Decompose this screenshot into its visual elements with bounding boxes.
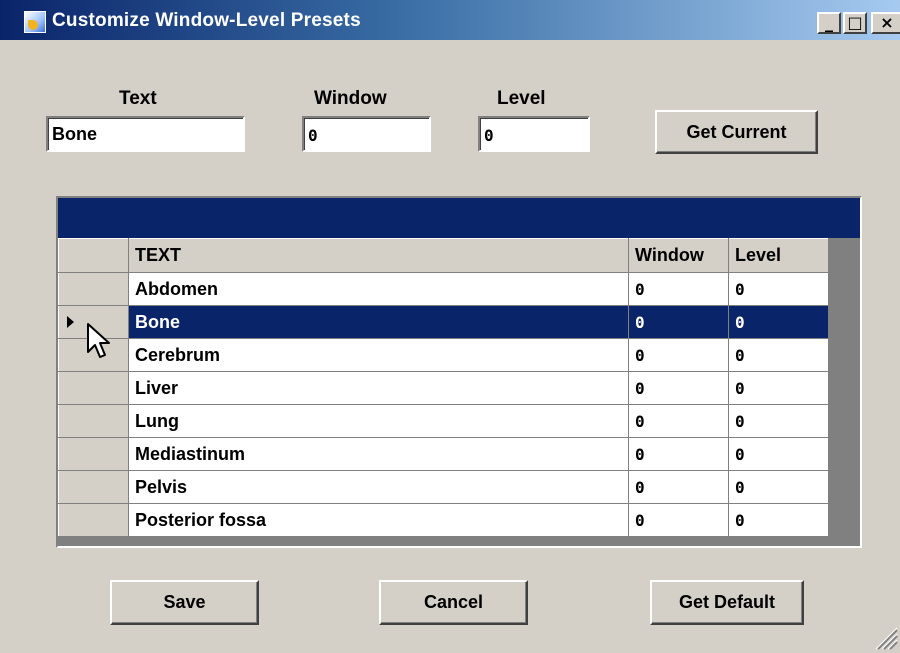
cell-window[interactable]: 0 [628,338,729,372]
save-button[interactable]: Save [110,580,259,625]
cell-text[interactable]: Abdomen [128,272,629,306]
cell-level[interactable]: 0 [728,503,829,537]
maximize-icon[interactable]: □ [843,12,867,34]
presets-table: TEXT Window Level Abdomen 0 0 Bone 0 0 C… [58,238,829,537]
row-pointer-icon [67,315,74,328]
table-row[interactable]: Posterior fossa 0 0 [58,503,829,537]
get-default-button[interactable]: Get Default [650,580,804,625]
table-row[interactable]: Cerebrum 0 0 [58,338,829,372]
table-row-selected[interactable]: Bone 0 0 [58,305,829,339]
level-input[interactable] [478,116,590,152]
text-label: Text [119,88,157,109]
cell-window[interactable]: 0 [628,371,729,405]
level-label: Level [497,88,546,109]
cell-window[interactable]: 0 [628,503,729,537]
get-current-button[interactable]: Get Current [655,110,818,154]
column-header-text[interactable]: TEXT [128,238,629,273]
app-icon[interactable] [24,11,46,33]
close-icon[interactable]: × [871,12,900,34]
cell-window[interactable]: 0 [628,470,729,504]
cell-level[interactable]: 0 [728,470,829,504]
row-header[interactable] [58,437,129,471]
table-row[interactable]: Pelvis 0 0 [58,470,829,504]
row-header[interactable] [58,404,129,438]
text-input[interactable] [46,116,245,152]
presets-grid: TEXT Window Level Abdomen 0 0 Bone 0 0 C… [56,196,862,548]
table-row[interactable]: Liver 0 0 [58,371,829,405]
cell-level[interactable]: 0 [728,338,829,372]
window-input[interactable] [302,116,431,152]
window-label: Window [314,88,387,109]
corner-cell[interactable] [58,238,129,273]
cell-level[interactable]: 0 [728,371,829,405]
cell-level[interactable]: 0 [728,272,829,306]
mouse-cursor-icon [87,323,110,358]
table-row[interactable]: Lung 0 0 [58,404,829,438]
cell-window[interactable]: 0 [628,305,729,339]
minimize-icon[interactable]: _ [817,12,841,34]
cell-text[interactable]: Cerebrum [128,338,629,372]
row-header[interactable] [58,272,129,306]
cell-level[interactable]: 0 [728,404,829,438]
cell-level[interactable]: 0 [728,305,829,339]
table-row[interactable]: Abdomen 0 0 [58,272,829,306]
cell-level[interactable]: 0 [728,437,829,471]
title-bar[interactable]: Customize Window-Level Presets _ □ × [0,0,900,40]
window-title: Customize Window-Level Presets [52,10,361,31]
row-header[interactable] [58,371,129,405]
table-row[interactable]: Mediastinum 0 0 [58,437,829,471]
cell-text[interactable]: Posterior fossa [128,503,629,537]
grid-scroll-area[interactable] [828,238,860,546]
row-header[interactable] [58,470,129,504]
header-row: TEXT Window Level [58,238,829,273]
cell-window[interactable]: 0 [628,437,729,471]
column-header-level[interactable]: Level [728,238,829,273]
cell-window[interactable]: 0 [628,404,729,438]
cell-text[interactable]: Pelvis [128,470,629,504]
row-header[interactable] [58,503,129,537]
cell-text[interactable]: Liver [128,371,629,405]
cell-text[interactable]: Mediastinum [128,437,629,471]
cell-window[interactable]: 0 [628,272,729,306]
dialog-window: Customize Window-Level Presets _ □ × Tex… [0,0,900,653]
column-header-window[interactable]: Window [628,238,729,273]
cell-text[interactable]: Bone [128,305,629,339]
resize-grip-icon[interactable] [872,624,898,650]
cancel-button[interactable]: Cancel [379,580,528,625]
cell-text[interactable]: Lung [128,404,629,438]
grid-caption-bar [58,198,860,238]
